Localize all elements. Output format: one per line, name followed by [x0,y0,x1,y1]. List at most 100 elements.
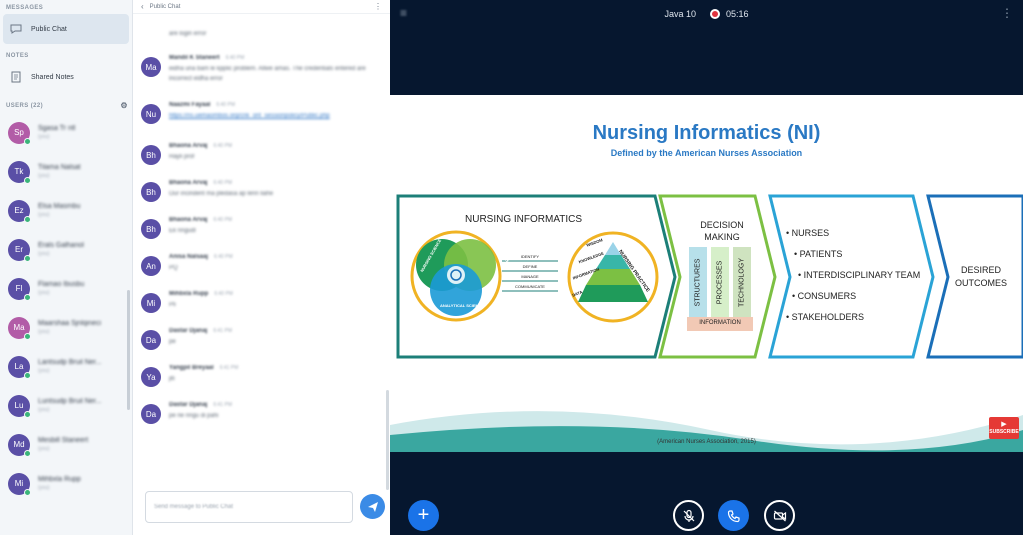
user-list-item[interactable]: Mi Mihbxla Rupp (you) [0,464,132,503]
avatar-initials: Bh [146,187,156,197]
avatar-initials: Da [145,335,157,345]
presence-indicator [24,293,31,301]
message-author: Naazmi Fayaal [169,102,211,108]
message-author: Mandil K Staneert [169,55,220,61]
user-status: (you) [38,251,50,257]
chat-title: Public Chat [149,3,181,10]
user-name: Erals Galhanol [38,242,84,249]
stakeholder-item: • CONSUMERS [792,291,857,301]
users-scrollbar[interactable] [127,290,130,410]
users-settings-icon[interactable]: ⚙ [120,101,128,110]
avatar: Bh [141,219,161,239]
chevron-left-icon[interactable]: ‹ [141,2,144,11]
sidebar-item-public-chat[interactable]: Public Chat [3,14,129,44]
user-list-item[interactable]: Er Erals Galhanol (you) [0,230,132,269]
user-status: (you) [38,134,50,140]
notes-icon [9,70,23,84]
user-name: Sgasa Tr ntl [38,125,76,132]
chat-message: Bh Bhaona Arvaj 6:40 PM Ek ringudl [133,217,390,241]
desired-outcomes: DESIRED OUTCOMES [946,264,1016,290]
message-time: 6:40 PM [213,217,233,223]
chat-scrollbar[interactable] [386,390,389,490]
message-time: 6:41 PM [219,365,239,371]
avatar: Ma [8,316,31,340]
avatar: Bh [141,145,161,165]
stakeholder-list: • NURSES • PATIENTS • INTERDISCIPLINARY TE… [786,228,920,333]
message-time: 6:40 PM [213,143,233,149]
avatar-initials: Mi [146,298,156,308]
subscribe-badge[interactable]: ▶ SUBSCRIBE [989,417,1019,439]
flow-step-label: COMMUNICATE [502,284,558,289]
avatar-initials: Md [13,440,25,449]
user-name: Luntsudp Bruil Ner... [38,398,102,405]
stakeholder-label: PATIENTS [799,249,843,259]
slide-citation: (American Nurses Association, 2015) [657,439,756,445]
chat-message-input[interactable]: Send message to Public Chat [145,491,353,523]
user-list-item[interactable]: Lu Luntsudp Bruil Ner... (you) [0,386,132,425]
user-list-item[interactable]: Ma Maarshaa Sjnlqineci (you) [0,308,132,347]
chat-message: Ya Yangpil Breyaal 6:41 PM jiti [133,365,390,389]
presentation-slide: Nursing Informatics (NI) Defined by the … [390,95,1023,452]
ni-diagram [390,194,1023,452]
stakeholder-item: • INTERDISCIPLINARY TEAM [798,270,921,280]
presence-indicator [24,488,31,496]
message-text: Our incindent ma pledasa ap lenn liahe [169,191,274,197]
user-list-item[interactable]: Ez Elsa Masmbu (you) [0,191,132,230]
message-author: Bhaona Arvaj [169,180,208,186]
actions-plus-button[interactable]: + [408,500,439,531]
avatar: Ma [141,57,161,77]
avatar-initials: Da [145,409,157,419]
subscribe-label: SUBSCRIBE [989,429,1019,435]
user-list-item[interactable]: Sp Sgasa Tr ntl (you) [0,113,132,152]
users-list: Sp Sgasa Tr ntl (you) Tk Tilama Nalsat (you) E… [0,113,132,503]
chat-message: Nu Naazmi Fayaal 6:40 PM https://ns.uemaomb… [133,102,390,130]
presence-indicator [24,254,31,262]
plus-icon: + [417,504,430,526]
avatar-initials: Bh [146,224,156,234]
stakeholder-item: • NURSES [786,228,830,238]
messages-heading: MESSAGES [6,5,44,11]
message-text: Ek ringudl [169,228,196,234]
message-text: are login error [169,31,207,37]
send-message-button[interactable] [360,494,385,519]
user-list-item[interactable]: Md Mesbill Staneert (you) [0,425,132,464]
more-options-icon[interactable]: ⋮ [374,2,382,11]
message-text: eidha una bam le kpplic problem. Allwe a… [169,66,366,82]
sidebar-item-shared-notes[interactable]: Shared Notes [3,62,129,92]
chat-message: are login error [133,26,390,42]
pillar-label: PROCESSES [716,260,724,305]
user-status: (you) [38,485,50,491]
message-text: pe ne ringu di pahi [169,413,219,419]
phone-icon [727,509,740,522]
message-time: 6:41 PM [213,402,232,408]
mute-microphone-button[interactable] [673,500,704,531]
avatar-initials: Ez [14,206,24,215]
message-time: 6:41 PM [213,328,232,334]
message-author: Mihbxla Rupp [169,291,209,297]
message-time: 6:40 PM [214,254,233,260]
avatar-initials: La [14,362,24,371]
flow-step-label: IDENTIFY [502,254,558,259]
flow-step-label: MANAGE [502,274,558,279]
user-status: (you) [38,329,50,335]
options-menu-icon[interactable]: ⋮ [1001,6,1013,20]
message-time: 6:40 PM [214,291,233,297]
users-panel: MESSAGES Public Chat NOTES Shared Notes … [0,0,133,535]
user-list-item[interactable]: Fl Flamao Ibusbu (you) [0,269,132,308]
recording-indicator[interactable]: 05:16 [710,9,749,19]
chat-message: Mi Mihbxla Rupp 6:40 PM Pli [133,291,390,315]
user-list-item[interactable]: La Lantsudp Bruil Ner... (you) [0,347,132,386]
avatar-initials: Sp [14,128,24,137]
chat-input-placeholder: Send message to Public Chat [154,504,234,510]
avatar-initials: Bh [146,150,156,160]
toggle-panel-icon[interactable]: ≡ [400,6,407,20]
stakeholder-item: • STAKEHOLDERS [786,312,865,322]
avatar: La [8,355,31,379]
share-webcam-button[interactable] [764,500,795,531]
user-list-item[interactable]: Tk Tilama Nalsat (you) [0,152,132,191]
leave-audio-button[interactable] [718,500,749,531]
message-text: Hayli prof [169,154,195,160]
message-time: 6:40 PM [216,102,235,108]
message-text[interactable]: https://ns.uemaombos.org/cnk_ont_session… [169,111,382,121]
pillar-base-label: INFORMATION [699,320,741,326]
